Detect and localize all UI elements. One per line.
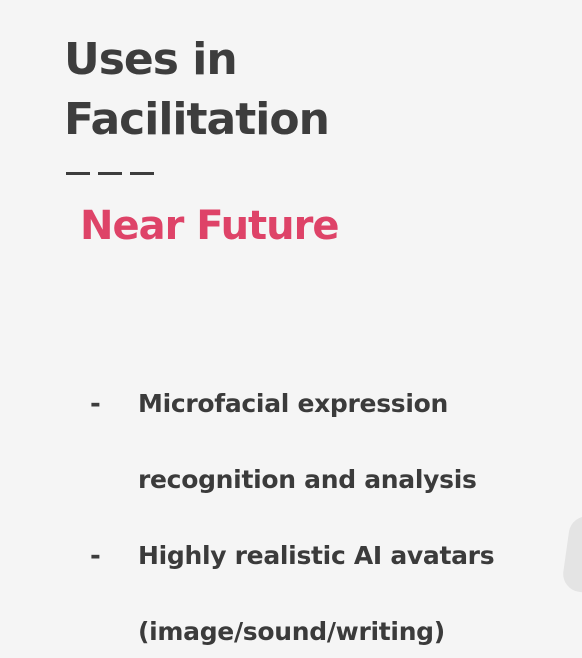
bullet-list: - Microfacial expression recognition and… [90,366,560,658]
bullet-item: - Highly realistic AI avatars (image/sou… [90,518,560,658]
slide-title: Uses in Facilitation [64,30,330,150]
bullet-item: - Microfacial expression recognition and… [90,366,560,518]
divider-dash [98,172,122,175]
divider-dash [66,172,90,175]
bullet-marker: - [90,389,101,419]
title-line-1: Uses in [64,34,238,85]
title-line-2: Facilitation [64,94,330,145]
title-divider [66,172,154,175]
bullet-text: Highly realistic AI avatars (image/sound… [138,518,495,658]
divider-dash [130,172,154,175]
bullet-text-line: Highly realistic AI avatars [138,541,495,570]
bullet-text-line: recognition and analysis [138,465,477,494]
bullet-marker: - [90,541,101,571]
bullet-text: Microfacial expression recognition and a… [138,366,477,518]
slide: Uses in Facilitation Near Future - Micro… [0,0,582,658]
slide-subtitle: Near Future [80,203,340,249]
bullet-text-line: (image/sound/writing) [138,617,445,646]
bullet-text-line: Microfacial expression [138,389,449,418]
decorative-edge-shape [560,514,582,594]
